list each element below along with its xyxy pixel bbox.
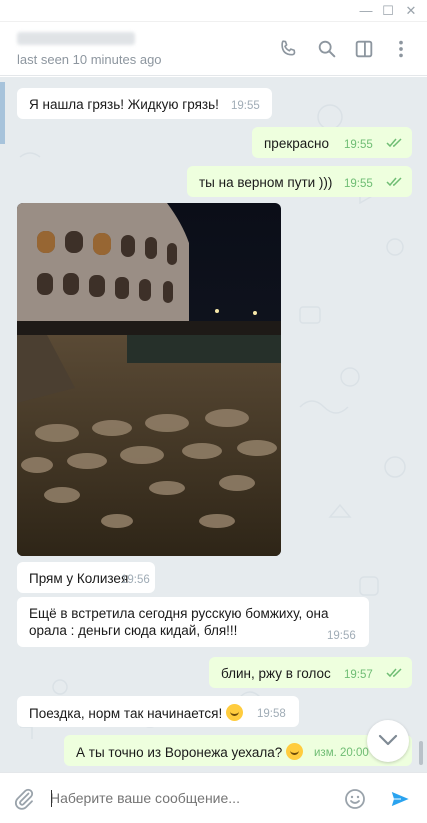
message-incoming[interactable]: Прям у Колизея 19:56 bbox=[17, 562, 155, 593]
message-text: Прям у Колизея bbox=[29, 571, 129, 586]
grinning-emoji-icon bbox=[225, 704, 243, 721]
maximize-button[interactable]: ☐ bbox=[377, 2, 399, 20]
photo-colosseum-night[interactable] bbox=[17, 203, 281, 556]
message-outgoing[interactable]: А ты точно из Воронежа уехала? изм. 20:0… bbox=[64, 735, 412, 766]
message-list[interactable]: Я нашла грязь! Жидкую грязь! 19:55 прекр… bbox=[0, 77, 427, 772]
message-time: 19:56 bbox=[327, 630, 356, 642]
last-seen-status: last seen 10 minutes ago bbox=[17, 52, 162, 67]
read-ticks-icon bbox=[386, 177, 402, 187]
message-time: 19:55 bbox=[344, 178, 373, 190]
message-outgoing[interactable]: блин, ржу в голос 19:57 bbox=[209, 657, 412, 688]
close-window-button[interactable]: ✕ bbox=[400, 2, 422, 20]
chevron-down-icon bbox=[378, 734, 398, 746]
message-outgoing[interactable]: прекрасно 19:55 bbox=[252, 127, 412, 158]
contact-name-blurred[interactable] bbox=[17, 32, 135, 45]
message-text: прекрасно bbox=[264, 136, 329, 151]
text-caret bbox=[51, 790, 52, 807]
window-titlebar: — ☐ ✕ bbox=[0, 0, 427, 22]
phone-icon[interactable] bbox=[277, 38, 299, 60]
sidebar-toggle-icon[interactable] bbox=[353, 38, 375, 60]
chat-header: last seen 10 minutes ago bbox=[0, 22, 427, 76]
message-text: Я нашла грязь! Жидкую грязь! bbox=[29, 97, 219, 112]
grinning-emoji-icon bbox=[286, 743, 304, 760]
emoji-picker-icon[interactable] bbox=[343, 787, 367, 811]
read-ticks-icon bbox=[386, 668, 402, 678]
more-vertical-icon[interactable] bbox=[390, 38, 412, 60]
message-incoming[interactable]: Я нашла грязь! Жидкую грязь! 19:55 bbox=[17, 88, 272, 119]
read-ticks-icon bbox=[386, 138, 402, 148]
attach-icon[interactable] bbox=[12, 787, 36, 811]
message-time: изм. 20:00 bbox=[314, 747, 369, 759]
message-outgoing[interactable]: ты на верном пути ))) 19:55 bbox=[187, 166, 412, 197]
scroll-to-bottom-button[interactable] bbox=[367, 720, 409, 762]
message-composer bbox=[0, 772, 427, 823]
message-time: 19:58 bbox=[257, 708, 286, 720]
message-time: 19:57 bbox=[344, 669, 373, 681]
message-time: 19:55 bbox=[231, 100, 260, 112]
message-incoming[interactable]: Поездка, норм так начинается! 19:58 bbox=[17, 696, 299, 727]
minimize-button[interactable]: — bbox=[355, 2, 377, 20]
message-text: блин, ржу в голос bbox=[221, 666, 331, 681]
scrollbar-thumb[interactable] bbox=[419, 741, 423, 765]
message-time: 19:55 bbox=[344, 139, 373, 151]
message-text: ты на верном пути ))) bbox=[199, 175, 333, 190]
message-text: Поездка, норм так начинается! bbox=[29, 706, 223, 721]
message-time: 19:56 bbox=[121, 574, 150, 586]
search-icon[interactable] bbox=[316, 38, 338, 60]
unread-marker bbox=[0, 82, 5, 144]
message-text-line-1: Ещё в встретила сегодня русскую бомжиху,… bbox=[29, 606, 329, 621]
message-incoming[interactable]: Ещё в встретила сегодня русскую бомжиху,… bbox=[17, 597, 369, 647]
message-text-line-2: орала : деньги сюда кидай, бля!!! bbox=[29, 623, 238, 638]
message-text: А ты точно из Воронежа уехала? bbox=[76, 745, 283, 760]
send-icon[interactable] bbox=[388, 787, 412, 811]
message-input[interactable] bbox=[50, 787, 330, 809]
